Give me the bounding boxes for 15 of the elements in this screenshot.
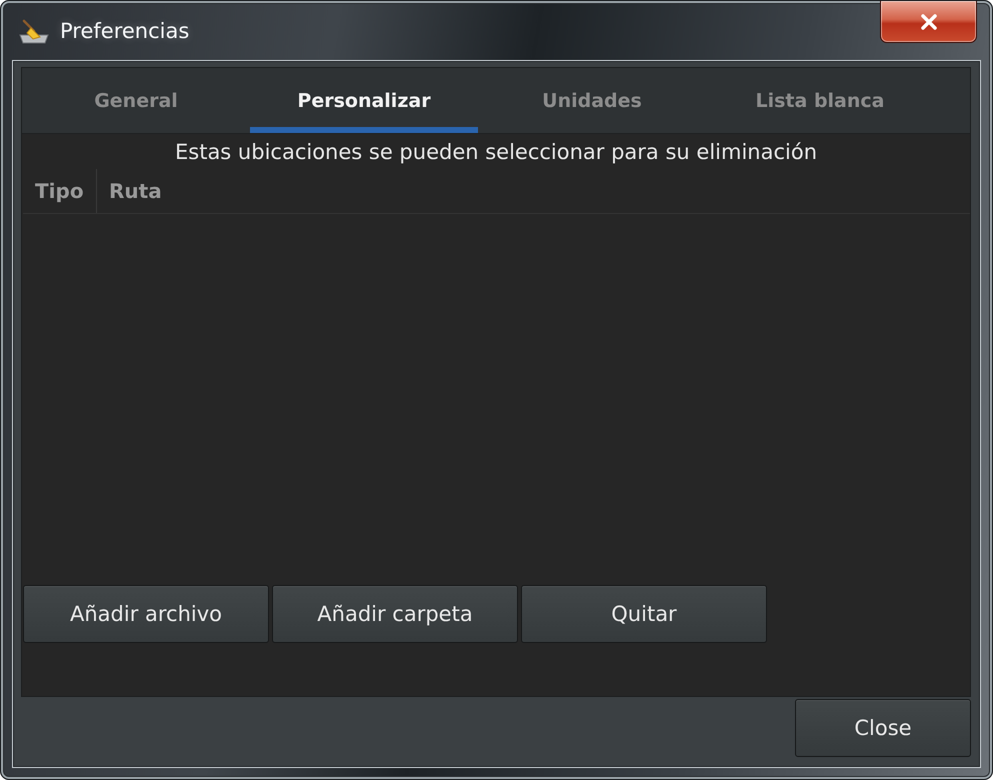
tab[interactable]: Unidades xyxy=(478,68,706,133)
column-header[interactable]: Ruta xyxy=(97,169,970,213)
close-button[interactable] xyxy=(880,1,977,43)
description-text: Estas ubicaciones se pueden seleccionar para su eliminación xyxy=(175,140,817,164)
tab[interactable]: General xyxy=(22,68,250,133)
tab[interactable]: Lista blanca xyxy=(706,68,934,133)
column-header[interactable]: Tipo xyxy=(23,169,97,213)
close-icon xyxy=(920,14,938,30)
tab[interactable]: Personalizar xyxy=(250,68,478,133)
action-button[interactable]: Añadir archivo xyxy=(23,585,269,643)
broom-icon xyxy=(18,18,50,44)
close-dialog-button[interactable]: Close xyxy=(795,699,971,757)
action-button[interactable]: Añadir carpeta xyxy=(272,585,518,643)
window-title: Preferencias xyxy=(60,19,190,43)
action-button[interactable]: Quitar xyxy=(521,585,767,643)
